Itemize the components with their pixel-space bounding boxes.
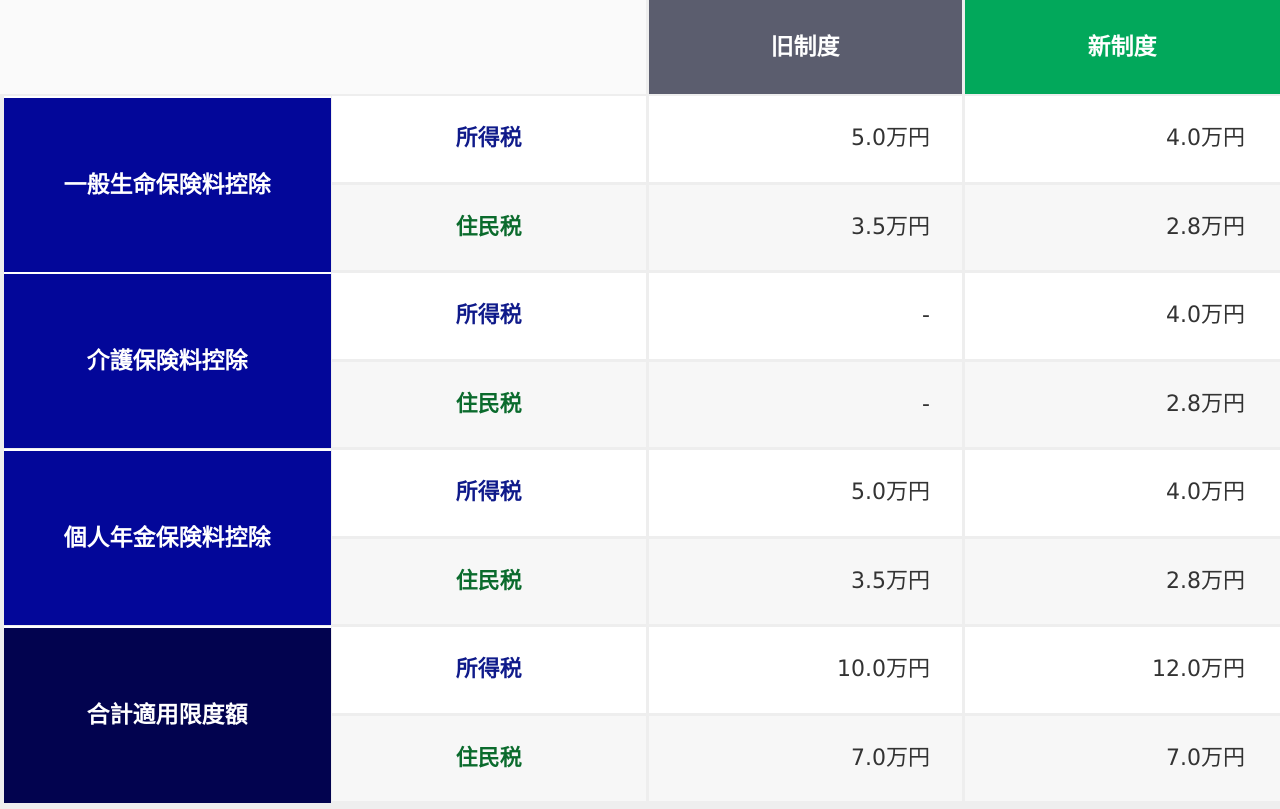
category-pension-insurance: 個人年金保険料控除	[4, 449, 331, 625]
table-corner	[0, 0, 646, 94]
old-value-resident: 3.5万円	[649, 185, 962, 270]
tax-label-income: 所得税	[332, 273, 646, 359]
new-value-income: 4.0万円	[965, 96, 1280, 182]
new-system-header: 新制度	[965, 0, 1280, 94]
tax-label-resident: 住民税	[332, 362, 646, 447]
category-total-limit: 合計適用限度額	[4, 626, 331, 803]
category-care-insurance: 介護保険料控除	[4, 272, 331, 448]
old-system-header: 旧制度	[649, 0, 962, 94]
tax-label-income: 所得税	[332, 627, 646, 713]
new-value-resident: 2.8万円	[965, 539, 1280, 624]
new-value-resident: 2.8万円	[965, 185, 1280, 270]
old-value-income: -	[649, 273, 962, 359]
new-value-income: 12.0万円	[965, 627, 1280, 713]
tax-label-resident: 住民税	[332, 716, 646, 801]
new-value-resident: 7.0万円	[965, 716, 1280, 801]
old-value-resident: -	[649, 362, 962, 447]
old-value-resident: 3.5万円	[649, 539, 962, 624]
old-value-resident: 7.0万円	[649, 716, 962, 801]
new-value-income: 4.0万円	[965, 450, 1280, 536]
old-value-income: 5.0万円	[649, 96, 962, 182]
old-value-income: 5.0万円	[649, 450, 962, 536]
tax-label-income: 所得税	[332, 450, 646, 536]
new-value-income: 4.0万円	[965, 273, 1280, 359]
tax-label-income: 所得税	[332, 96, 646, 182]
tax-label-resident: 住民税	[332, 539, 646, 624]
new-value-resident: 2.8万円	[965, 362, 1280, 447]
old-value-income: 10.0万円	[649, 627, 962, 713]
deduction-comparison-table: 旧制度 新制度 一般生命保険料控除 所得税 5.0万円 4.0万円 住民税 3.…	[0, 0, 1280, 809]
category-life-insurance: 一般生命保険料控除	[4, 96, 331, 272]
tax-label-resident: 住民税	[332, 185, 646, 270]
